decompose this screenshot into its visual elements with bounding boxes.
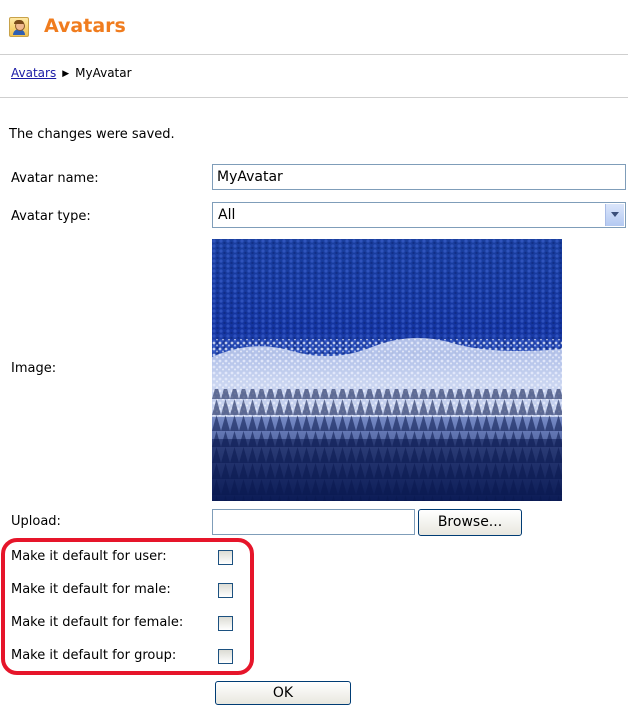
image-label: Image: [11,361,57,376]
header-divider [0,54,628,55]
breadcrumb: Avatars ▶ MyAvatar [11,66,132,80]
avatar-type-value: All [218,207,236,223]
chevron-down-icon[interactable] [605,204,624,226]
page-header: Avatars [0,0,628,55]
avatar-name-label: Avatar name: [11,171,99,186]
default-user-label: Make it default for user: [11,549,167,564]
upload-label: Upload: [11,514,61,529]
avatar-image [212,239,562,501]
browse-button[interactable]: Browse... [418,509,522,536]
default-male-label: Make it default for male: [11,582,171,597]
breadcrumb-divider [0,97,628,98]
default-male-checkbox[interactable] [218,583,233,598]
ok-button[interactable]: OK [215,681,351,705]
upload-file-field[interactable] [212,509,415,535]
avatar-type-label: Avatar type: [11,209,91,224]
breadcrumb-current: MyAvatar [75,66,132,80]
breadcrumb-arrow-icon: ▶ [62,69,70,79]
default-group-checkbox[interactable] [218,649,233,664]
default-female-label: Make it default for female: [11,615,184,630]
default-female-checkbox[interactable] [218,616,233,631]
breadcrumb-link-avatars[interactable]: Avatars [11,66,56,80]
default-user-checkbox[interactable] [218,550,233,565]
status-message: The changes were saved. [9,127,175,142]
default-group-label: Make it default for group: [11,648,177,663]
avatar-icon [9,17,29,37]
avatar-type-select[interactable]: All [212,202,626,228]
avatar-name-input[interactable] [212,164,626,190]
page-title: Avatars [44,15,126,37]
